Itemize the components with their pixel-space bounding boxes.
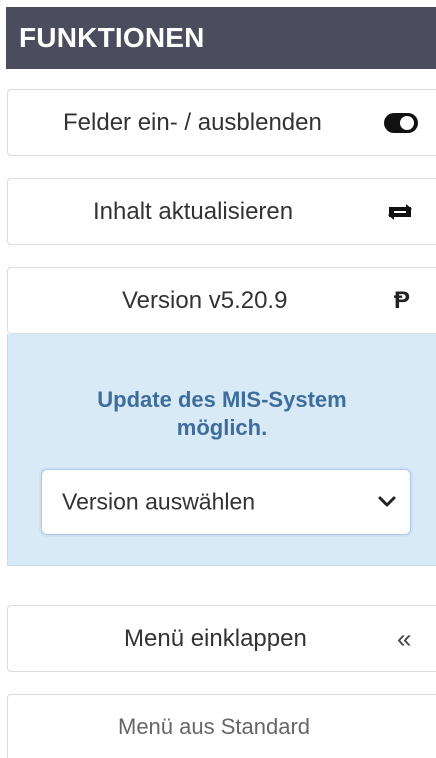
menu-standard-button[interactable]: Menü aus Standard <box>7 694 436 758</box>
functions-panel: FUNKTIONEN Felder ein- / ausblenden Inha… <box>0 0 436 758</box>
chevron-down-icon <box>378 496 396 508</box>
update-message-line1: Update des MIS-System <box>97 387 347 412</box>
p-glyph-icon: Ᵽ <box>394 286 411 314</box>
collapse-menu-label: Menü einklappen <box>124 624 307 652</box>
double-chevron-left-icon: « <box>397 623 412 653</box>
refresh-content-label: Inhalt aktualisieren <box>93 197 294 225</box>
panel-title: FUNKTIONEN <box>6 7 436 69</box>
update-notice: Update des MIS-System möglich. Version a… <box>7 334 436 566</box>
collapse-menu-button[interactable]: Menü einklappen « <box>7 605 436 672</box>
refresh-content-button[interactable]: Inhalt aktualisieren <box>7 178 436 245</box>
toggle-fields-label: Felder ein- / ausblenden <box>63 108 322 136</box>
version-select[interactable]: Version auswählen <box>41 469 411 535</box>
panel-title-text: FUNKTIONEN <box>19 22 205 53</box>
version-label: Version v5.20.9 <box>122 286 288 314</box>
version-button[interactable]: Version v5.20.9 Ᵽ <box>7 267 436 334</box>
update-message-line2: möglich. <box>176 415 268 440</box>
toggle-icon <box>383 112 419 134</box>
version-select-value: Version auswählen <box>62 488 256 515</box>
menu-standard-label: Menü aus Standard <box>118 713 311 739</box>
update-message: Update des MIS-System möglich. <box>8 386 436 442</box>
toggle-fields-button[interactable]: Felder ein- / ausblenden <box>7 89 436 156</box>
retweet-icon <box>385 201 415 223</box>
